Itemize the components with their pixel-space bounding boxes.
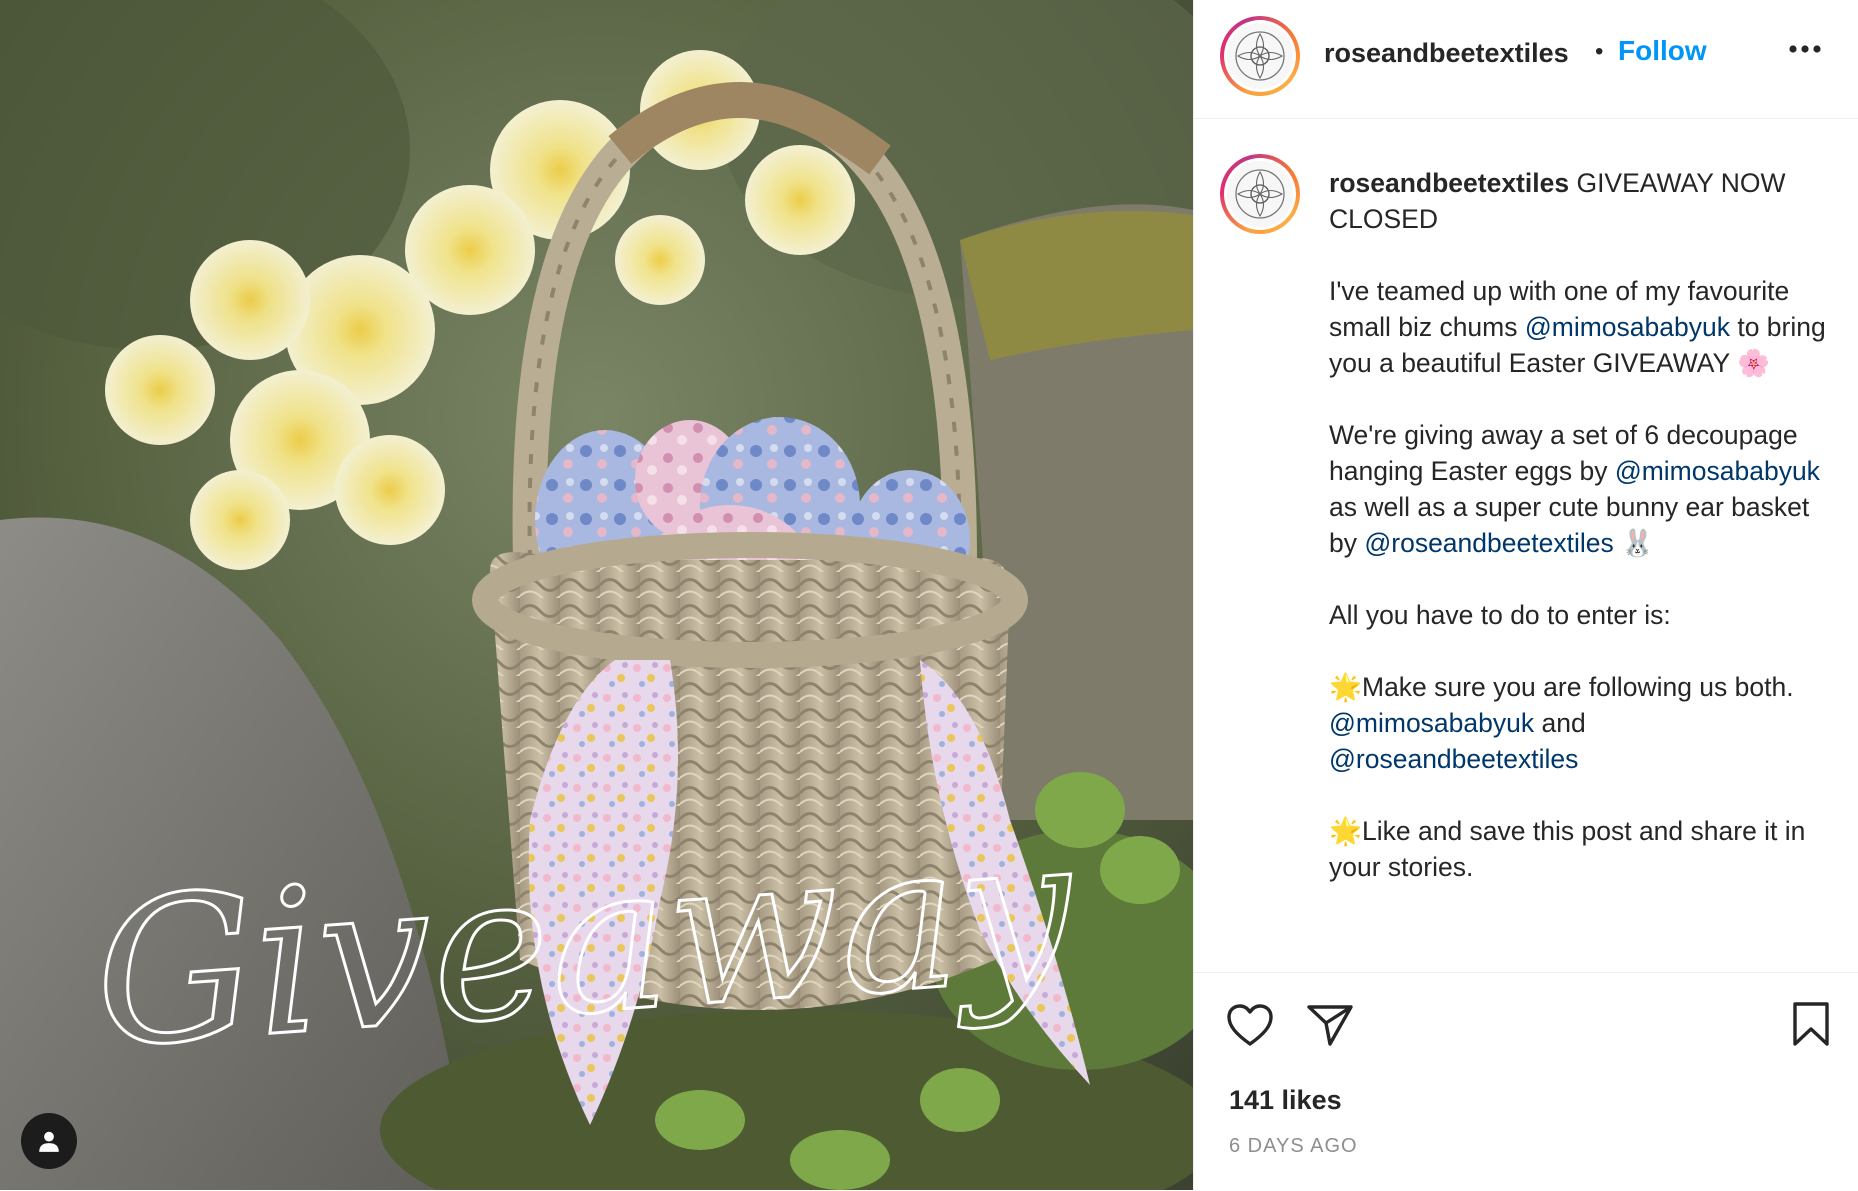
caption-text-segment: 🌟Like and save this post and share it in… [1329, 816, 1806, 882]
caption-text-segment: 🐰 [1613, 528, 1655, 558]
caption-paragraph: 🌟Like and save this post and share it in… [1329, 813, 1841, 885]
more-options-button[interactable] [1788, 42, 1822, 60]
heart-icon [1227, 1004, 1273, 1046]
caption-paragraph: 🌟Make sure you are following us both. @m… [1329, 669, 1841, 777]
caption-text-segment: and [1534, 708, 1586, 738]
header-username[interactable]: roseandbeetextiles [1324, 38, 1569, 69]
mention-link[interactable]: @roseandbeetextiles [1329, 744, 1578, 774]
more-horizontal-icon [1789, 45, 1821, 53]
like-button[interactable] [1226, 1003, 1274, 1052]
user-tag-icon [39, 1131, 59, 1152]
post-timestamp[interactable]: 6 DAYS AGO [1229, 1135, 1358, 1158]
bookmark-icon [1793, 1002, 1829, 1046]
avatar[interactable] [1220, 16, 1300, 96]
caption-username[interactable]: roseandbeetextiles [1329, 168, 1569, 198]
header-separator: • [1595, 38, 1604, 65]
caption-paragraph: I've teamed up with one of my favourite … [1329, 273, 1841, 381]
caption-text-segment: All you have to do to enter is: [1329, 600, 1671, 630]
share-button[interactable] [1306, 1003, 1354, 1052]
mention-link[interactable]: @mimosababyuk [1329, 708, 1534, 738]
rose-logo-icon [1235, 169, 1285, 219]
likes-count[interactable]: 141 likes [1229, 1085, 1342, 1116]
caption-paragraph: We're giving away a set of 6 decoupage h… [1329, 417, 1841, 561]
caption-avatar[interactable] [1220, 154, 1300, 234]
mention-link[interactable]: @roseandbeetextiles [1364, 528, 1613, 558]
post-photo[interactable]: Giveaway [0, 0, 1193, 1190]
caption-paragraph: All you have to do to enter is: [1329, 597, 1841, 633]
post-photo-illustration: Giveaway [0, 0, 1193, 1190]
post-actions: 141 likes 6 DAYS AGO [1194, 972, 1858, 1191]
tagged-users-button[interactable] [21, 1113, 77, 1169]
rose-logo-icon [1235, 31, 1285, 81]
caption-text: roseandbeetextiles GIVEAWAY NOW CLOSED I'… [1329, 165, 1841, 921]
caption-area: roseandbeetextiles GIVEAWAY NOW CLOSED I'… [1194, 119, 1858, 971]
mention-link[interactable]: @mimosababyuk [1525, 312, 1730, 342]
caption-text-segment: 🌟Make sure you are following us both. [1329, 672, 1794, 702]
post-sidebar: roseandbeetextiles • Follow roseandbeete… [1193, 0, 1858, 1190]
save-button[interactable] [1791, 1001, 1831, 1052]
follow-button[interactable]: Follow [1618, 35, 1707, 67]
paper-plane-icon [1307, 1005, 1353, 1046]
post-header: roseandbeetextiles • Follow [1194, 0, 1858, 119]
mention-link[interactable]: @mimosababyuk [1615, 456, 1820, 486]
caption-paragraph: roseandbeetextiles GIVEAWAY NOW CLOSED [1329, 165, 1841, 237]
